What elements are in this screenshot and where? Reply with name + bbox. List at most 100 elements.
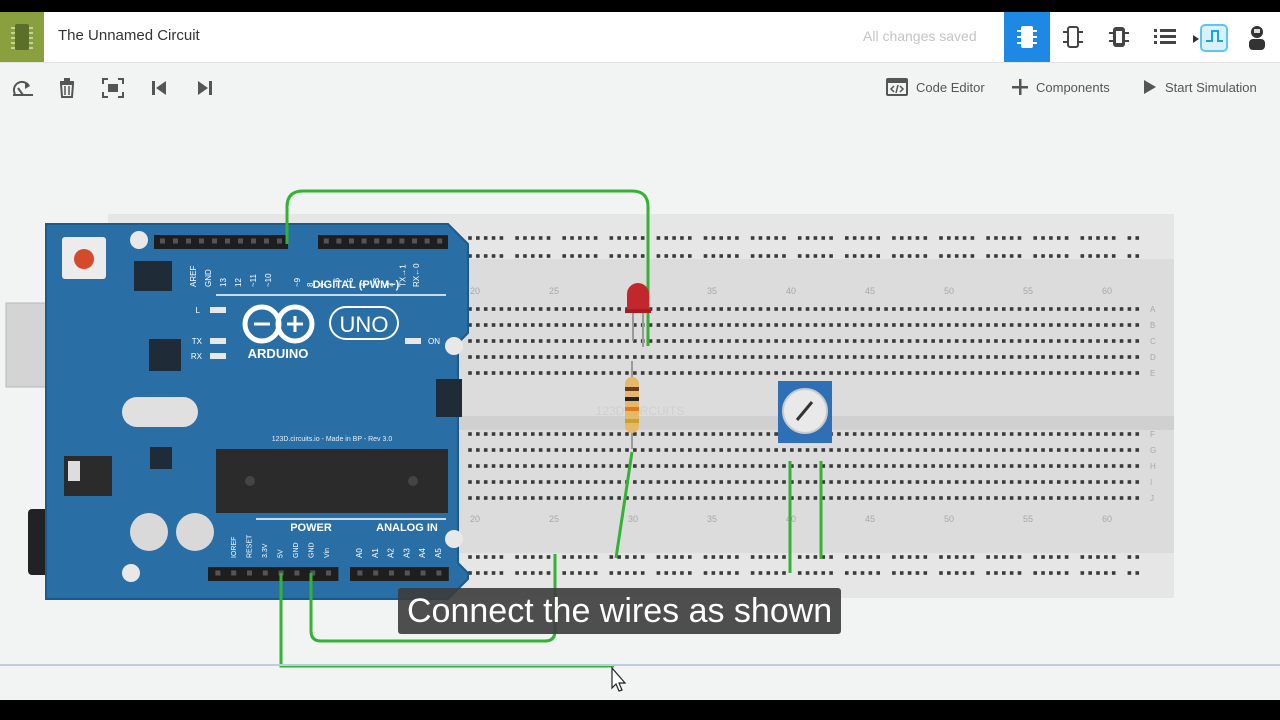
breadboard-hole[interactable] — [782, 496, 786, 500]
breadboard-hole[interactable] — [617, 432, 621, 436]
breadboard-hole[interactable] — [1064, 448, 1069, 452]
breadboard-hole[interactable] — [625, 355, 629, 359]
breadboard-hole[interactable] — [994, 236, 998, 240]
breadboard-hole[interactable] — [601, 496, 606, 500]
breadboard-hole[interactable] — [1056, 339, 1061, 343]
breadboard-hole[interactable] — [947, 307, 951, 311]
breadboard-hole[interactable] — [476, 464, 480, 468]
breadboard-hole[interactable] — [1135, 307, 1140, 311]
header-pin[interactable] — [336, 238, 342, 244]
breadboard-hole[interactable] — [797, 464, 802, 468]
breadboard-hole[interactable] — [711, 496, 716, 500]
breadboard-hole[interactable] — [750, 432, 755, 436]
breadboard-hole[interactable] — [899, 339, 904, 343]
breadboard-hole[interactable] — [546, 480, 551, 484]
breadboard-hole[interactable] — [954, 323, 959, 327]
breadboard-hole[interactable] — [523, 355, 527, 359]
breadboard-hole[interactable] — [468, 496, 472, 500]
breadboard-hole[interactable] — [727, 432, 731, 436]
breadboard-hole[interactable] — [727, 555, 731, 559]
fit-view-button[interactable] — [100, 75, 126, 101]
breadboard-hole[interactable] — [680, 432, 684, 436]
breadboard-hole[interactable] — [570, 236, 574, 240]
breadboard-hole[interactable] — [664, 432, 669, 436]
breadboard-hole[interactable] — [1072, 496, 1077, 500]
redo-button[interactable] — [192, 75, 218, 101]
breadboard-hole[interactable] — [1009, 496, 1014, 500]
breadboard-hole[interactable] — [813, 571, 818, 575]
breadboard-hole[interactable] — [954, 236, 959, 240]
breadboard-hole[interactable] — [797, 254, 802, 258]
breadboard-hole[interactable] — [719, 339, 723, 343]
breadboard-hole[interactable] — [688, 236, 692, 240]
breadboard-hole[interactable] — [758, 555, 763, 559]
breadboard-hole[interactable] — [782, 355, 786, 359]
breadboard-hole[interactable] — [782, 480, 786, 484]
breadboard-hole[interactable] — [562, 307, 566, 311]
breadboard-hole[interactable] — [617, 236, 621, 240]
breadboard-hole[interactable] — [852, 236, 857, 240]
breadboard-hole[interactable] — [656, 307, 661, 311]
breadboard-hole[interactable] — [805, 371, 810, 375]
breadboard-hole[interactable] — [1096, 571, 1100, 575]
breadboard-hole[interactable] — [790, 323, 794, 327]
breadboard-hole[interactable] — [970, 555, 975, 559]
breadboard-hole[interactable] — [491, 254, 496, 258]
breadboard-hole[interactable] — [538, 323, 543, 327]
breadboard-hole[interactable] — [954, 496, 959, 500]
breadboard-hole[interactable] — [499, 432, 504, 436]
breadboard-hole[interactable] — [962, 355, 967, 359]
breadboard-hole[interactable] — [735, 571, 739, 575]
breadboard-hole[interactable] — [821, 355, 826, 359]
breadboard-hole[interactable] — [892, 371, 896, 375]
breadboard-hole[interactable] — [523, 555, 527, 559]
breadboard-hole[interactable] — [1096, 432, 1100, 436]
breadboard-hole[interactable] — [852, 448, 857, 452]
breadboard-hole[interactable] — [664, 307, 669, 311]
breadboard-hole[interactable] — [1064, 464, 1069, 468]
breadboard-hole[interactable] — [695, 339, 700, 343]
breadboard-hole[interactable] — [656, 464, 661, 468]
breadboard-hole[interactable] — [531, 571, 535, 575]
breadboard-hole[interactable] — [892, 464, 896, 468]
breadboard-hole[interactable] — [1119, 355, 1124, 359]
breadboard-hole[interactable] — [954, 448, 959, 452]
breadboard-hole[interactable] — [821, 254, 826, 258]
breadboard-hole[interactable] — [538, 464, 543, 468]
breadboard-hole[interactable] — [1017, 307, 1022, 311]
breadboard-hole[interactable] — [978, 496, 983, 500]
header-pin[interactable] — [238, 238, 243, 244]
breadboard-hole[interactable] — [947, 371, 951, 375]
breadboard-hole[interactable] — [1056, 307, 1061, 311]
breadboard-hole[interactable] — [758, 323, 763, 327]
breadboard-hole[interactable] — [491, 339, 496, 343]
breadboard-hole[interactable] — [1088, 355, 1092, 359]
breadboard-hole[interactable] — [656, 371, 661, 375]
breadboard-hole[interactable] — [923, 323, 928, 327]
breadboard-hole[interactable] — [986, 571, 990, 575]
header-pin[interactable] — [264, 238, 269, 244]
breadboard-hole[interactable] — [672, 339, 676, 343]
header-pin[interactable] — [326, 570, 331, 576]
breadboard-hole[interactable] — [876, 355, 880, 359]
breadboard-hole[interactable] — [1135, 371, 1140, 375]
breadboard-hole[interactable] — [680, 236, 684, 240]
breadboard-hole[interactable] — [766, 371, 771, 375]
breadboard-hole[interactable] — [931, 496, 935, 500]
breadboard-hole[interactable] — [523, 236, 527, 240]
breadboard-hole[interactable] — [578, 236, 582, 240]
breadboard-hole[interactable] — [617, 339, 621, 343]
breadboard-hole[interactable] — [994, 480, 998, 484]
breadboard-hole[interactable] — [1056, 448, 1061, 452]
breadboard-hole[interactable] — [939, 571, 943, 575]
breadboard-hole[interactable] — [735, 339, 739, 343]
breadboard-hole[interactable] — [884, 496, 888, 500]
breadboard-hole[interactable] — [1127, 496, 1132, 500]
view-chip-button[interactable] — [1004, 12, 1050, 62]
breadboard-hole[interactable] — [538, 555, 543, 559]
breadboard-hole[interactable] — [1049, 307, 1053, 311]
breadboard-hole[interactable] — [742, 496, 747, 500]
breadboard-hole[interactable] — [625, 323, 629, 327]
breadboard-hole[interactable] — [531, 323, 535, 327]
breadboard-hole[interactable] — [499, 307, 504, 311]
